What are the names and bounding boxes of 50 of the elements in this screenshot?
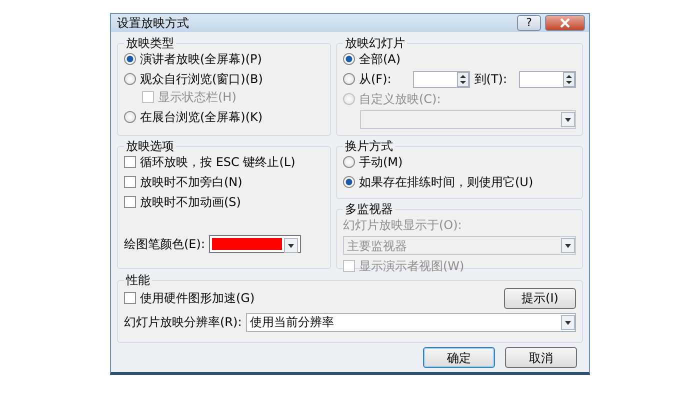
option-label: 观众自行浏览(窗口)(B) xyxy=(140,71,263,88)
checkbox[interactable] xyxy=(124,176,136,188)
radio-button[interactable] xyxy=(343,156,355,168)
ok-button[interactable]: 确定 xyxy=(423,347,495,368)
radio-button[interactable] xyxy=(343,176,355,188)
dropdown-field[interactable]: 使用当前分辨率 xyxy=(246,312,576,332)
option-label: 从(F): xyxy=(359,71,392,88)
group-title: 性能 xyxy=(124,273,151,287)
checkbox-label: 显示状态栏(H) xyxy=(158,89,236,106)
spin-arrows-icon[interactable] xyxy=(563,72,575,86)
group-title: 放映选项 xyxy=(125,139,175,153)
group-title: 放映类型 xyxy=(125,36,175,50)
close-button[interactable] xyxy=(545,15,585,31)
group-title: 放映幻灯片 xyxy=(344,36,406,50)
field-label: 幻灯片放映分辨率(R): xyxy=(124,314,242,331)
group-title: 多监视器 xyxy=(344,202,394,216)
checkbox-label: 显示演示者视图(W) xyxy=(359,258,464,275)
radio-button[interactable] xyxy=(124,53,136,65)
close-icon xyxy=(559,18,571,28)
option-label: 手动(M) xyxy=(359,154,403,171)
dropdown-value: 主要监视器 xyxy=(347,238,408,254)
option-label: 演讲者放映(全屏幕)(P) xyxy=(140,51,262,68)
field-label: 幻灯片放映显示于(O): xyxy=(343,217,463,234)
checkbox-label: 放映时不加旁白(N) xyxy=(140,174,242,191)
spin-arrows-icon[interactable] xyxy=(457,72,470,86)
radio-button[interactable] xyxy=(124,111,136,123)
option-label: 自定义放映(C): xyxy=(359,91,441,108)
checkbox-label: 循环放映，按 ESC 键终止(L) xyxy=(140,154,296,171)
option-label: 如果存在排练时间，则使用它(U) xyxy=(359,174,534,191)
cancel-button[interactable]: 取消 xyxy=(505,347,577,368)
field-label: 绘图笔颜色(E): xyxy=(124,236,205,253)
color-picker[interactable] xyxy=(209,235,301,253)
option-label: 在展台浏览(全屏幕)(K) xyxy=(140,109,263,126)
tips-button[interactable]: 提示(I) xyxy=(504,288,576,308)
dropdown-value: 使用当前分辨率 xyxy=(250,314,335,331)
number-field[interactable] xyxy=(413,70,470,88)
checkbox[interactable] xyxy=(124,196,136,208)
number-field[interactable] xyxy=(519,70,576,88)
checkbox-label: 放映时不加动画(S) xyxy=(140,194,241,211)
radio-button[interactable] xyxy=(343,73,355,85)
option-label: 全部(A) xyxy=(359,51,401,68)
radio-button[interactable] xyxy=(343,53,355,65)
window-title: 设置放映方式 xyxy=(117,15,189,32)
help-button[interactable]: ? xyxy=(517,15,541,31)
checkbox[interactable] xyxy=(124,156,136,168)
range-label: 到(T): xyxy=(474,71,508,88)
checkbox[interactable] xyxy=(124,292,136,304)
group-title: 换片方式 xyxy=(344,139,394,153)
checkbox-label: 使用硬件图形加速(G) xyxy=(140,290,255,307)
radio-button[interactable] xyxy=(124,73,136,85)
